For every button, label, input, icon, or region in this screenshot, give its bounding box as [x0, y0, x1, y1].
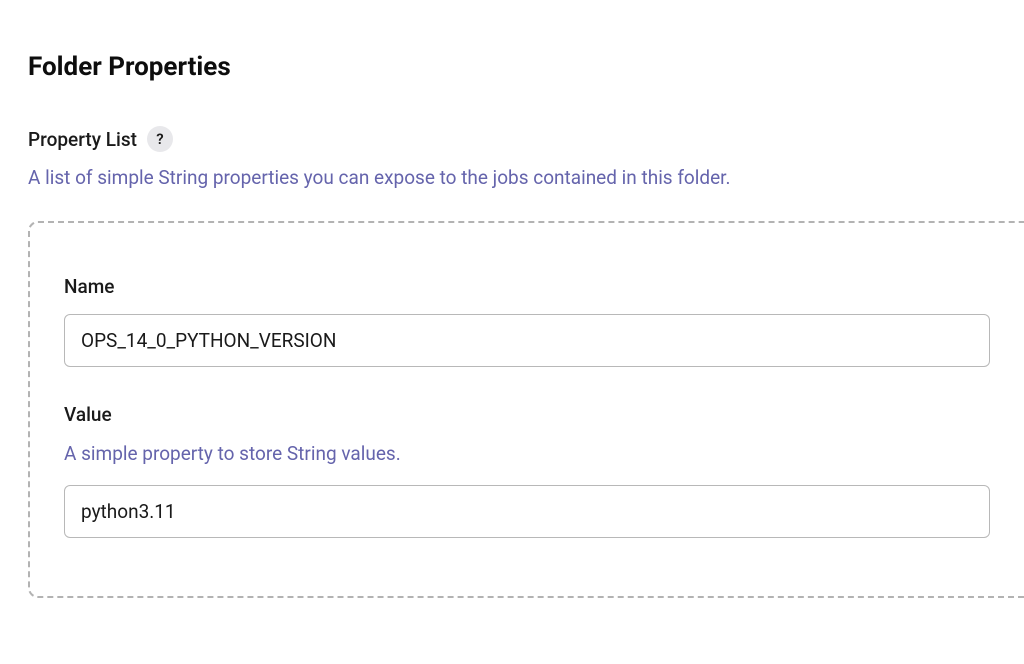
name-field-group: Name	[64, 275, 990, 367]
property-item: Name Value A simple property to store St…	[28, 221, 1024, 598]
value-input[interactable]	[64, 485, 990, 538]
property-list-description: A list of simple String properties you c…	[28, 166, 1024, 189]
page-title: Folder Properties	[28, 52, 1024, 82]
value-description: A simple property to store String values…	[64, 442, 990, 465]
property-list-header: Property List ?	[28, 126, 1024, 152]
name-label: Name	[64, 275, 990, 298]
value-field-group: Value A simple property to store String …	[64, 403, 990, 538]
property-list-label: Property List	[28, 128, 137, 151]
value-label: Value	[64, 403, 990, 426]
name-input[interactable]	[64, 314, 990, 367]
help-icon[interactable]: ?	[147, 126, 173, 152]
